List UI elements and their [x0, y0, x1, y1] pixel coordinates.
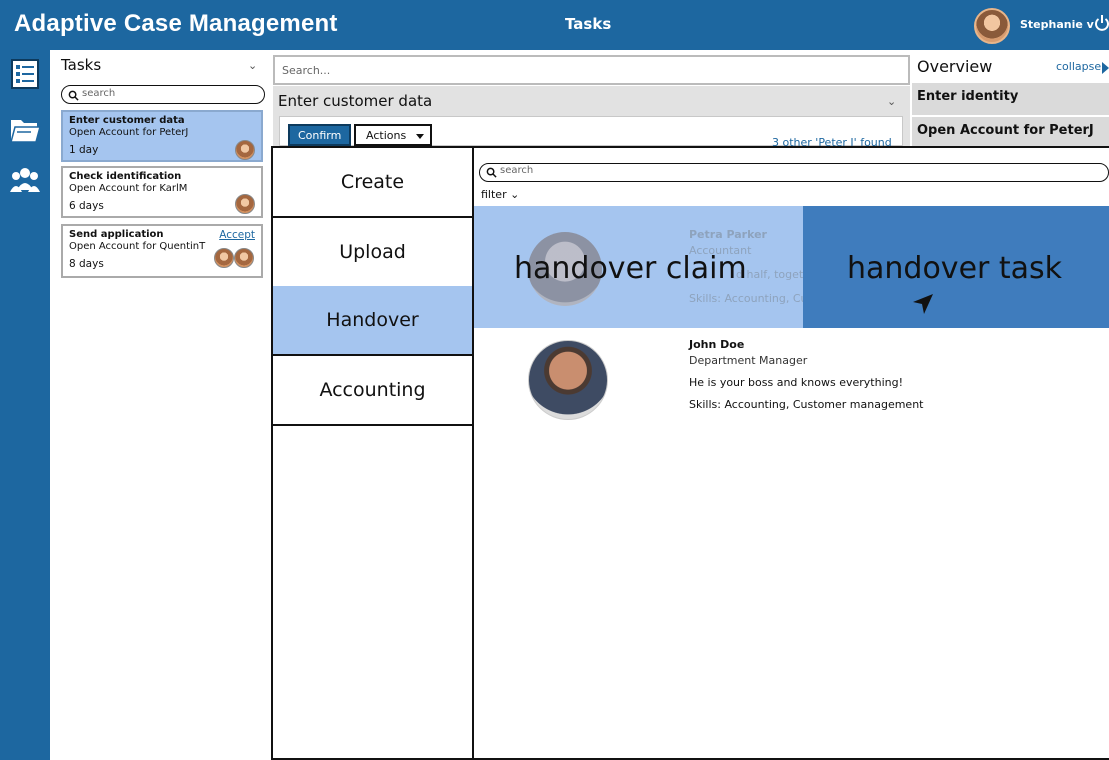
handover-task-label: handover task	[847, 251, 1063, 286]
filter-dropdown[interactable]: filter ⌄	[481, 188, 519, 201]
task-age: 6 days	[69, 200, 104, 212]
form-title: Enter customer data	[278, 92, 433, 110]
tasks-heading: Tasks	[61, 56, 102, 74]
assignee-avatar	[235, 194, 255, 214]
collapse-link[interactable]: collapse	[1056, 60, 1101, 73]
person-role: Department Manager	[689, 354, 808, 367]
people-search-input[interactable]: search	[479, 163, 1109, 182]
task-age: 1 day	[69, 144, 99, 156]
chevron-down-icon[interactable]: ⌄	[248, 59, 257, 72]
app-title: Adaptive Case Management	[14, 10, 338, 37]
user-avatar[interactable]	[974, 8, 1010, 44]
people-icon[interactable]	[9, 164, 41, 196]
task-list-icon[interactable]	[9, 58, 41, 90]
task-title: Enter customer data	[69, 115, 185, 126]
chevron-down-icon: ⌄	[510, 188, 520, 201]
global-search-placeholder: Search...	[282, 64, 331, 77]
person-card-drop-zone[interactable]: Petra Parker Accountant d half, together…	[474, 206, 1109, 328]
action-handover[interactable]: Handover	[273, 286, 472, 356]
action-create[interactable]: Create	[273, 148, 472, 218]
header-tab-tasks[interactable]: Tasks	[565, 15, 611, 33]
person-photo	[528, 340, 608, 420]
search-icon	[486, 167, 497, 178]
cursor-arrow-icon	[913, 294, 933, 314]
assignee-avatar	[214, 248, 234, 268]
search-placeholder: search	[500, 165, 534, 176]
task-subtitle: Open Account for KarlM	[69, 183, 188, 194]
assignee-avatar	[234, 248, 254, 268]
overview-item[interactable]: Open Account for PeterJ	[912, 117, 1109, 149]
handover-claim-label: handover claim	[514, 251, 747, 286]
actions-dropdown[interactable]: Actions	[354, 124, 432, 146]
person-name: Petra Parker	[689, 228, 767, 241]
task-form-header: Enter customer data ⌄ Confirm Actions 3 …	[273, 86, 910, 149]
search-placeholder: search	[82, 88, 116, 99]
task-card[interactable]: Check identification Open Account for Ka…	[61, 166, 263, 218]
top-bar: Adaptive Case Management Tasks Stephanie…	[0, 0, 1109, 50]
folder-icon[interactable]	[9, 114, 41, 146]
tasks-panel: Tasks ⌄ search Enter customer data Open …	[52, 50, 267, 760]
person-name: John Doe	[689, 338, 745, 351]
caret-down-icon	[416, 134, 424, 139]
user-menu[interactable]: Stephanie v	[1020, 18, 1094, 31]
task-title: Check identification	[69, 171, 182, 182]
actions-label: Actions	[366, 129, 407, 142]
task-search-input[interactable]: search	[61, 85, 265, 104]
accept-link[interactable]: Accept	[219, 229, 255, 241]
power-icon[interactable]	[1094, 13, 1109, 33]
task-subtitle: Open Account for PeterJ	[69, 127, 189, 138]
assignee-avatar	[235, 140, 255, 160]
global-search-input[interactable]: Search...	[273, 55, 910, 85]
search-icon	[68, 90, 79, 101]
overview-title: Overview	[917, 57, 993, 76]
chevron-down-icon[interactable]: ⌄	[887, 95, 896, 108]
overview-item[interactable]: Enter identity	[912, 83, 1109, 115]
form-toolbar: Confirm Actions 3 other 'Peter J' found	[279, 116, 903, 149]
collapse-arrow-icon[interactable]	[1102, 62, 1109, 74]
people-panel: search filter ⌄ Petra Parker Accountant …	[472, 146, 1109, 760]
overview-panel: Overview collapse Enter identity Open Ac…	[912, 50, 1109, 150]
action-accounting[interactable]: Accounting	[273, 356, 472, 426]
person-description: He is your boss and knows everything!	[689, 376, 903, 389]
person-skills: Skills: Accounting, Customer management	[689, 398, 924, 411]
nav-rail	[0, 50, 50, 760]
confirm-button[interactable]: Confirm	[288, 124, 352, 146]
action-upload[interactable]: Upload	[273, 218, 472, 288]
action-menu: Create Upload Handover Accounting	[271, 146, 474, 760]
task-card[interactable]: Enter customer data Open Account for Pet…	[61, 110, 263, 162]
filter-label: filter	[481, 188, 507, 201]
task-card[interactable]: Send application Open Account for Quenti…	[61, 224, 263, 278]
